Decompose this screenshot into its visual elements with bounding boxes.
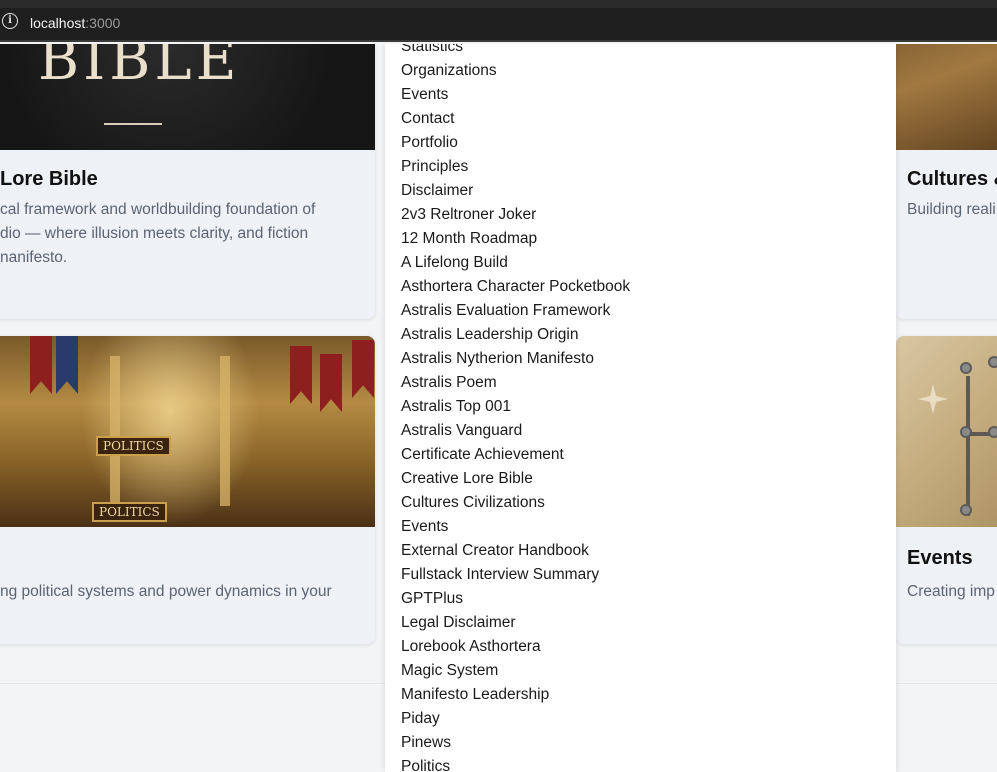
image-divider xyxy=(104,123,162,125)
menu-item[interactable]: GPTPlus xyxy=(401,587,630,611)
menu-item[interactable]: Cultures Civilizations xyxy=(401,491,630,515)
menu-item[interactable]: Legal Disclaimer xyxy=(401,611,630,635)
lore-bible-desc-line-2: dio — where illusion meets clarity, and … xyxy=(0,225,309,242)
menu-item[interactable]: Events xyxy=(401,83,630,107)
menu-item[interactable]: Astralis Leadership Origin xyxy=(401,323,630,347)
menu-item[interactable]: Principles xyxy=(401,155,630,179)
lore-bible-card[interactable]: BIBLE Lore Bible cal framework and world… xyxy=(0,44,375,319)
menu-item[interactable]: Astralis Vanguard xyxy=(401,419,630,443)
menu-item[interactable]: Astralis Top 001 xyxy=(401,395,630,419)
politics-plaque-top: POLITICS xyxy=(96,436,171,456)
politics-card[interactable]: POLITICS POLITICS ng political systems a… xyxy=(0,336,375,644)
menu-item[interactable]: Asthortera Character Pocketbook xyxy=(401,275,630,299)
menu-item[interactable]: Statistics xyxy=(401,44,630,59)
menu-item[interactable]: Pinews xyxy=(401,731,630,755)
menu-item[interactable]: Creative Lore Bible xyxy=(401,467,630,491)
menu-item[interactable]: 2v3 Reltroner Joker xyxy=(401,203,630,227)
menu-item[interactable]: A Lifelong Build xyxy=(401,251,630,275)
politics-desc-line-1: ng political systems and power dynamics … xyxy=(0,583,332,600)
menu-item[interactable]: Lorebook Asthortera xyxy=(401,635,630,659)
cultures-card[interactable]: Cultures & Building reali xyxy=(896,44,997,319)
menu-item[interactable]: Astralis Evaluation Framework xyxy=(401,299,630,323)
events-card[interactable]: Events Creating imp xyxy=(896,336,997,644)
lore-bible-desc-line-3: nanifesto. xyxy=(0,249,68,266)
address-bar[interactable]: i localhost:3000 xyxy=(0,8,997,42)
menu-item[interactable]: Astralis Nytherion Manifesto xyxy=(401,347,630,371)
menu-item[interactable]: 12 Month Roadmap xyxy=(401,227,630,251)
navigation-menu-list: Statistics Organizations Events Contact Port… xyxy=(401,44,630,772)
lore-bible-desc-line-1: cal framework and worldbuilding foundati… xyxy=(0,201,316,218)
lore-bible-image: BIBLE xyxy=(0,44,375,150)
menu-item[interactable]: Manifesto Leadership xyxy=(401,683,630,707)
cultures-title: Cultures & xyxy=(907,168,997,190)
menu-item[interactable]: Magic System xyxy=(401,659,630,683)
cultures-image xyxy=(896,44,997,150)
events-title: Events xyxy=(907,547,973,569)
politics-plaque-bottom: POLITICS xyxy=(92,502,167,522)
url-text[interactable]: localhost:3000 xyxy=(30,15,120,31)
menu-item[interactable]: Disclaimer xyxy=(401,179,630,203)
menu-item[interactable]: Fullstack Interview Summary xyxy=(401,563,630,587)
cultures-desc-line-1: Building reali xyxy=(907,201,996,218)
browser-tab-strip xyxy=(0,0,997,8)
lore-bible-image-text: BIBLE xyxy=(38,44,241,93)
menu-item[interactable]: Piday xyxy=(401,707,630,731)
menu-item[interactable]: Events xyxy=(401,515,630,539)
menu-item[interactable]: Politics xyxy=(401,755,630,772)
page-content: BIBLE Lore Bible cal framework and world… xyxy=(0,44,997,772)
url-port: :3000 xyxy=(85,15,121,31)
menu-item[interactable]: Certificate Achievement xyxy=(401,443,630,467)
menu-item[interactable]: Portfolio xyxy=(401,131,630,155)
events-desc-line-1: Creating imp xyxy=(907,583,995,600)
menu-item[interactable]: Astralis Poem xyxy=(401,371,630,395)
menu-item[interactable]: Contact xyxy=(401,107,630,131)
compass-icon xyxy=(918,384,948,414)
menu-item[interactable]: External Creator Handbook xyxy=(401,539,630,563)
menu-item[interactable]: Organizations xyxy=(401,59,630,83)
url-host: localhost xyxy=(30,15,86,31)
politics-image: POLITICS POLITICS xyxy=(0,336,375,527)
info-icon[interactable]: i xyxy=(2,13,18,29)
navigation-dropdown[interactable]: Statistics Organizations Events Contact Port… xyxy=(385,44,896,772)
lore-bible-title: Lore Bible xyxy=(0,168,98,190)
events-image xyxy=(896,336,997,527)
